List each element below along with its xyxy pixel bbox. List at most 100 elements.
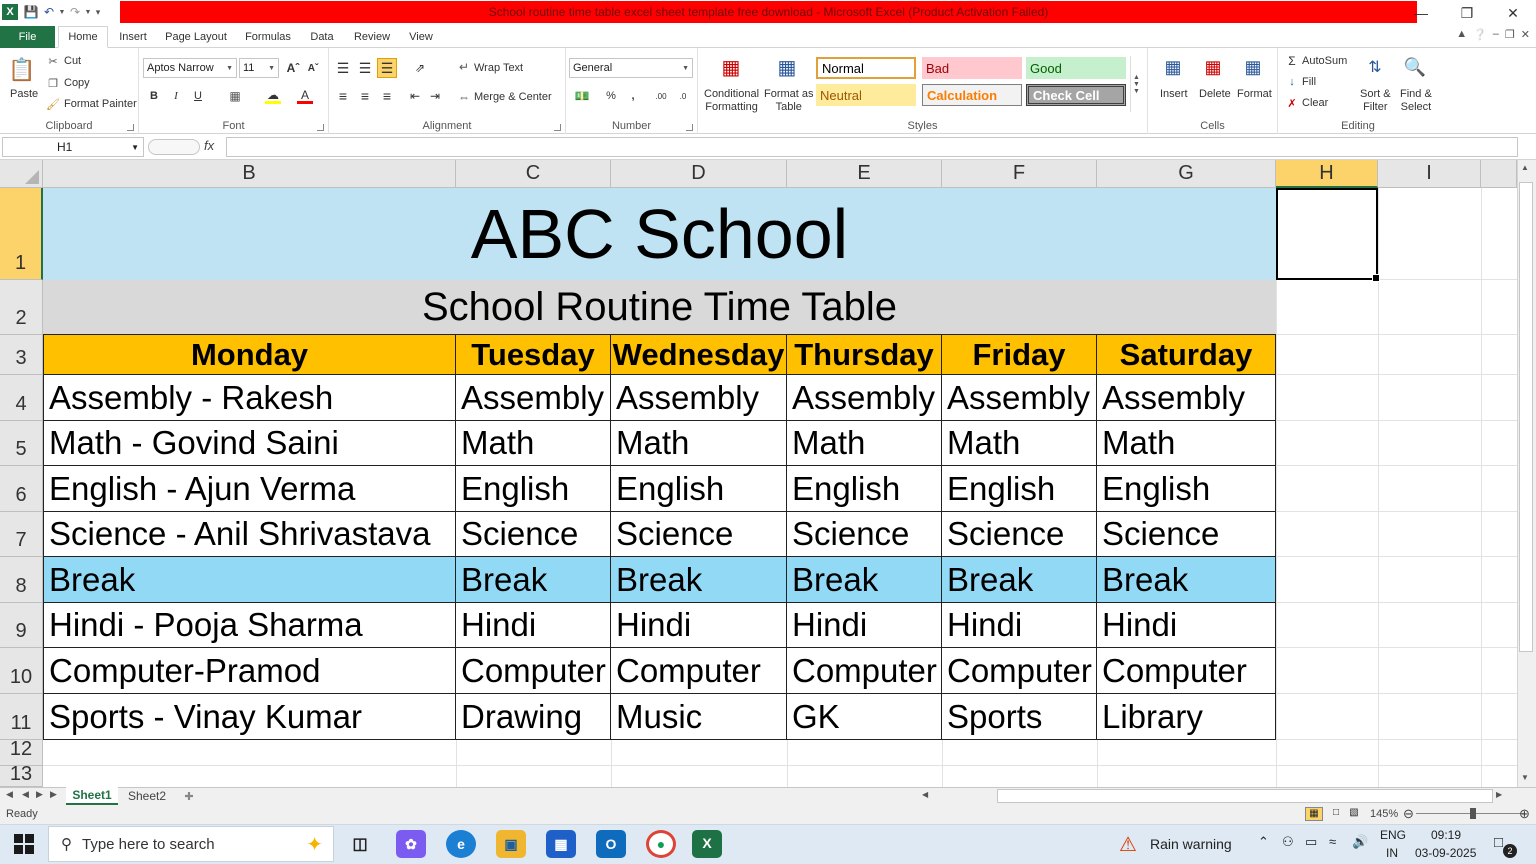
row-header-6[interactable]: 6 bbox=[0, 466, 43, 512]
column-header-f[interactable]: F bbox=[942, 160, 1097, 188]
schedule-cell[interactable]: Break bbox=[1097, 557, 1276, 603]
schedule-cell[interactable]: Hindi bbox=[456, 603, 611, 648]
notification-icon[interactable]: □ bbox=[1494, 834, 1503, 851]
column-header-c[interactable]: C bbox=[456, 160, 611, 188]
schedule-cell[interactable]: Math bbox=[787, 421, 942, 466]
school-title-cell[interactable]: ABC School bbox=[43, 188, 1276, 280]
format-as-table-button[interactable]: Format as Table bbox=[764, 88, 814, 114]
italic-icon[interactable]: I bbox=[169, 88, 183, 104]
style-calculation[interactable]: Calculation bbox=[922, 84, 1022, 106]
borders-icon[interactable]: ▦ bbox=[227, 88, 243, 104]
delete-cells-button[interactable]: Delete bbox=[1199, 88, 1231, 100]
schedule-cell[interactable]: Break bbox=[611, 557, 787, 603]
increase-indent-icon[interactable]: ⇥ bbox=[427, 88, 443, 104]
weather-status[interactable]: Rain warning bbox=[1150, 836, 1232, 852]
outlook-icon[interactable]: O bbox=[596, 830, 626, 858]
schedule-cell[interactable]: Hindi bbox=[611, 603, 787, 648]
increase-font-icon[interactable]: Aˆ bbox=[285, 60, 301, 76]
day-header-cell[interactable]: Tuesday bbox=[456, 335, 611, 375]
increase-decimal-icon[interactable]: .00 bbox=[652, 88, 670, 104]
decrease-indent-icon[interactable]: ⇤ bbox=[407, 88, 423, 104]
workbook-minimize-icon[interactable]: – bbox=[1493, 28, 1499, 41]
styles-scroll-icon[interactable]: ▲ ▼ ▼ bbox=[1130, 56, 1142, 112]
column-header-g[interactable]: G bbox=[1097, 160, 1276, 188]
page-break-view-icon[interactable]: ▧ bbox=[1345, 807, 1363, 821]
prev-sheet-icon[interactable]: ◀ bbox=[22, 789, 29, 800]
schedule-cell[interactable]: Break bbox=[43, 557, 456, 603]
find-select-button[interactable]: Find & Select bbox=[1400, 88, 1432, 114]
formula-input[interactable] bbox=[226, 137, 1518, 157]
fill-icon[interactable]: ↓ bbox=[1286, 75, 1298, 89]
save-icon[interactable]: 💾 bbox=[22, 2, 40, 22]
row-header-10[interactable]: 10 bbox=[0, 648, 43, 694]
format-cells-button[interactable]: Format bbox=[1237, 88, 1272, 100]
schedule-cell[interactable]: Computer bbox=[787, 648, 942, 694]
schedule-cell[interactable]: Math bbox=[611, 421, 787, 466]
tab-review[interactable]: Review bbox=[348, 26, 396, 48]
normal-view-icon[interactable]: ▦ bbox=[1305, 807, 1323, 821]
clear-button[interactable]: Clear bbox=[1302, 97, 1328, 109]
tab-formulas[interactable]: Formulas bbox=[240, 26, 296, 48]
schedule-cell[interactable]: Science bbox=[456, 512, 611, 557]
next-sheet-icon[interactable]: ▶ bbox=[36, 789, 43, 800]
wrap-text-icon[interactable]: ↵ bbox=[457, 60, 471, 74]
row-header-13[interactable]: 13 bbox=[0, 763, 43, 787]
scroll-right-icon[interactable]: ▶ bbox=[1496, 790, 1502, 799]
clock-date[interactable]: 03-09-2025 bbox=[1415, 846, 1476, 860]
first-sheet-icon[interactable]: ◀ bbox=[6, 789, 13, 800]
language-line2[interactable]: IN bbox=[1386, 846, 1398, 860]
edge-icon[interactable]: e bbox=[446, 830, 476, 858]
tray-app-icon[interactable]: ⚇ bbox=[1282, 834, 1294, 850]
schedule-cell[interactable]: Break bbox=[942, 557, 1097, 603]
style-good[interactable]: Good bbox=[1026, 57, 1126, 79]
schedule-cell[interactable]: English bbox=[942, 466, 1097, 512]
day-header-cell[interactable]: Saturday bbox=[1097, 335, 1276, 375]
last-sheet-icon[interactable]: ▶ bbox=[50, 789, 57, 800]
collapse-ribbon-icon[interactable]: ▲ bbox=[1456, 28, 1467, 41]
tab-file[interactable]: File bbox=[0, 26, 55, 48]
schedule-cell[interactable]: Music bbox=[611, 694, 787, 740]
row-header-4[interactable]: 4 bbox=[0, 375, 43, 421]
schedule-cell[interactable]: Assembly - Rakesh bbox=[43, 375, 456, 421]
zoom-in-icon[interactable]: ⊕ bbox=[1519, 806, 1530, 822]
chrome-icon[interactable]: ● bbox=[646, 830, 676, 858]
autosum-icon[interactable]: Σ bbox=[1286, 54, 1298, 68]
restore-icon[interactable]: ❐ bbox=[1444, 0, 1490, 26]
delete-cells-icon[interactable]: ▦ bbox=[1200, 54, 1226, 80]
decrease-font-icon[interactable]: Aˇ bbox=[305, 60, 321, 76]
schedule-cell[interactable]: Computer-Pramod bbox=[43, 648, 456, 694]
task-view-icon[interactable]: ◫ bbox=[345, 830, 375, 858]
number-format-select[interactable]: General ▼ bbox=[569, 58, 693, 78]
tab-data[interactable]: Data bbox=[304, 26, 340, 48]
schedule-cell[interactable]: English bbox=[1097, 466, 1276, 512]
help-icon[interactable]: ❔ bbox=[1473, 28, 1487, 41]
column-header-h[interactable]: H bbox=[1276, 160, 1378, 188]
font-size-select[interactable]: 11 ▼ bbox=[239, 58, 279, 78]
row-header-5[interactable]: 5 bbox=[0, 421, 43, 466]
sheet-tab-1[interactable]: Sheet1 bbox=[66, 787, 118, 805]
insert-cells-icon[interactable]: ▦ bbox=[1160, 54, 1186, 80]
language-line1[interactable]: ENG bbox=[1380, 828, 1406, 842]
vertical-scroll-thumb[interactable] bbox=[1519, 182, 1533, 652]
column-header-next[interactable] bbox=[1481, 160, 1517, 188]
scroll-down-icon[interactable]: ▼ bbox=[1521, 773, 1529, 782]
align-right-icon[interactable]: ≡ bbox=[379, 88, 395, 104]
tab-page-layout[interactable]: Page Layout bbox=[160, 26, 232, 48]
day-header-cell[interactable]: Friday bbox=[942, 335, 1097, 375]
schedule-cell[interactable]: Computer bbox=[456, 648, 611, 694]
selected-cell-h1[interactable] bbox=[1276, 188, 1380, 282]
column-header-b[interactable]: B bbox=[43, 160, 456, 188]
timetable-subtitle-cell[interactable]: School Routine Time Table bbox=[43, 280, 1276, 335]
customize-qat-icon[interactable]: ▾ bbox=[92, 2, 104, 22]
insert-function-button[interactable]: fx bbox=[204, 138, 214, 153]
comma-style-icon[interactable]: , bbox=[626, 88, 640, 104]
schedule-cell[interactable]: Computer bbox=[1097, 648, 1276, 694]
font-launcher-icon[interactable] bbox=[317, 124, 324, 131]
row-header-9[interactable]: 9 bbox=[0, 603, 43, 648]
schedule-cell[interactable]: Hindi bbox=[787, 603, 942, 648]
workbook-restore-icon[interactable]: ❐ bbox=[1505, 28, 1515, 41]
wrap-text-button[interactable]: Wrap Text bbox=[474, 62, 523, 74]
fill-color-icon[interactable]: ☁ bbox=[265, 88, 281, 104]
select-all-corner[interactable] bbox=[0, 160, 43, 188]
format-as-table-icon[interactable]: ▦ bbox=[774, 54, 800, 80]
